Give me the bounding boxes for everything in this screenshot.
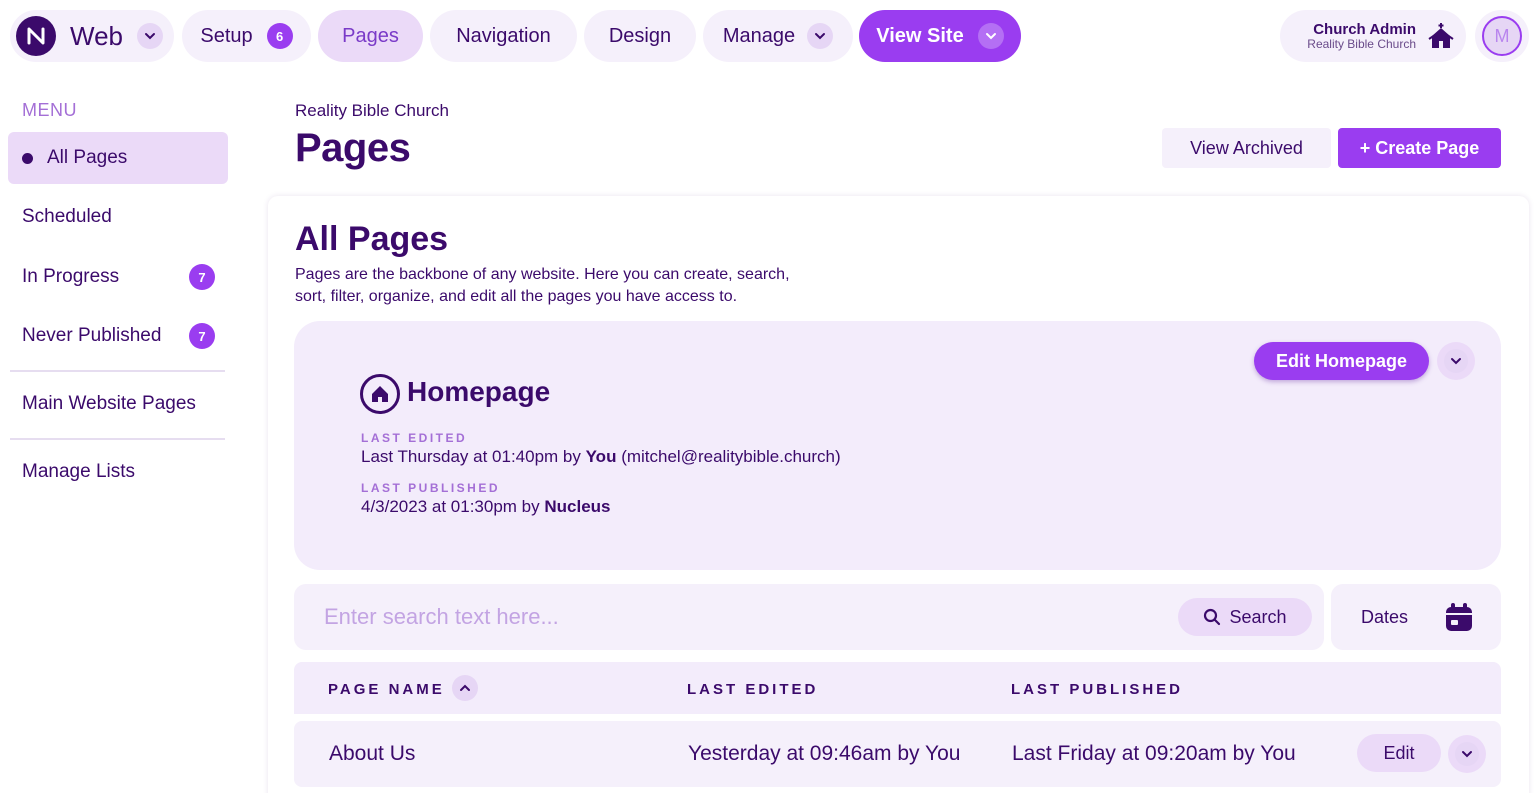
column-last-edited[interactable]: LAST EDITED bbox=[687, 681, 818, 698]
account-info: Church Admin Reality Bible Church bbox=[1307, 22, 1416, 50]
homepage-options-button[interactable] bbox=[1437, 342, 1475, 380]
sidebar-divider bbox=[10, 370, 225, 372]
church-icon bbox=[1426, 21, 1456, 51]
nav-setup-label: Setup bbox=[200, 24, 253, 47]
nav-pages[interactable]: Pages bbox=[318, 10, 423, 62]
top-navigation: Web Setup 6 Pages Navigation Design Mana… bbox=[0, 0, 1537, 72]
sort-button[interactable] bbox=[452, 675, 478, 701]
nav-manage[interactable]: Manage bbox=[703, 10, 853, 62]
sidebar-item-in-progress[interactable]: In Progress 7 bbox=[8, 251, 228, 303]
sidebar-heading: MENU bbox=[22, 100, 77, 120]
avatar[interactable]: M bbox=[1482, 16, 1522, 56]
nav-navigation-label: Navigation bbox=[456, 24, 551, 47]
in-progress-count-badge: 7 bbox=[189, 264, 215, 290]
row-last-published: Last Friday at 09:20am by You bbox=[1012, 742, 1296, 765]
chevron-down-icon[interactable] bbox=[977, 23, 1004, 49]
view-site-label: View Site bbox=[876, 24, 964, 47]
search-bar: Search bbox=[294, 584, 1324, 650]
row-edit-button[interactable]: Edit bbox=[1357, 734, 1441, 772]
column-page-name[interactable]: PAGE NAME bbox=[328, 681, 445, 698]
active-dot-icon bbox=[22, 152, 33, 164]
sidebar-item-main-website-pages[interactable]: Main Website Pages bbox=[8, 378, 228, 430]
last-edited-value: Last Thursday at 01:40pm by You (mitchel… bbox=[361, 447, 841, 467]
account-name: Church Admin bbox=[1313, 20, 1416, 38]
homepage-title: Homepage bbox=[407, 376, 551, 407]
sidebar-divider bbox=[10, 438, 225, 440]
last-published-value: 4/3/2023 at 01:30pm by Nucleus bbox=[361, 497, 611, 517]
search-button[interactable]: Search bbox=[1178, 598, 1312, 636]
calendar-icon bbox=[1446, 603, 1472, 631]
table-row[interactable]: About Us Yesterday at 09:46am by You Las… bbox=[294, 721, 1501, 787]
app-switcher[interactable]: Web bbox=[10, 10, 174, 62]
table-header: PAGE NAME LAST EDITED LAST PUBLISHED bbox=[294, 662, 1501, 714]
search-button-label: Search bbox=[1229, 606, 1287, 627]
last-published-label: LAST PUBLISHED bbox=[361, 481, 501, 495]
nav-setup[interactable]: Setup 6 bbox=[182, 10, 311, 62]
chevron-down-icon[interactable] bbox=[137, 23, 163, 49]
nav-design[interactable]: Design bbox=[584, 10, 696, 62]
search-icon bbox=[1204, 608, 1221, 626]
never-published-count-badge: 7 bbox=[189, 323, 215, 349]
home-icon bbox=[360, 374, 400, 414]
account-switcher[interactable]: Church Admin Reality Bible Church bbox=[1280, 10, 1466, 62]
sidebar-item-all-pages[interactable]: All Pages bbox=[8, 132, 228, 184]
sidebar-item-never-published[interactable]: Never Published 7 bbox=[8, 310, 228, 362]
sidebar-item-label: All Pages bbox=[47, 147, 128, 168]
row-options-button[interactable] bbox=[1448, 735, 1486, 773]
nav-pages-label: Pages bbox=[342, 24, 399, 47]
edit-homepage-button[interactable]: Edit Homepage bbox=[1254, 342, 1429, 380]
view-archived-button[interactable]: View Archived bbox=[1162, 128, 1331, 168]
search-input[interactable] bbox=[324, 584, 1164, 650]
column-last-published[interactable]: LAST PUBLISHED bbox=[1011, 681, 1183, 698]
dates-label: Dates bbox=[1361, 606, 1409, 627]
sidebar-item-label: Manage Lists bbox=[22, 461, 136, 482]
sidebar-item-label: Main Website Pages bbox=[22, 393, 196, 414]
row-last-edited: Yesterday at 09:46am by You bbox=[688, 742, 961, 765]
setup-count-badge: 6 bbox=[266, 23, 293, 49]
user-menu[interactable]: M bbox=[1475, 10, 1529, 62]
last-edited-email: (mitchel@realitybible.church) bbox=[616, 447, 841, 466]
create-page-button[interactable]: + Create Page bbox=[1338, 128, 1501, 168]
app-name: Web bbox=[70, 20, 123, 51]
last-edited-text: Last Thursday at 01:40pm by bbox=[361, 447, 586, 466]
account-org: Reality Bible Church bbox=[1307, 36, 1416, 51]
dates-filter[interactable]: Dates bbox=[1331, 584, 1501, 650]
breadcrumb: Reality Bible Church bbox=[295, 101, 450, 120]
sidebar-item-label: Scheduled bbox=[22, 206, 112, 227]
nav-navigation[interactable]: Navigation bbox=[430, 10, 577, 62]
sidebar-item-scheduled[interactable]: Scheduled bbox=[8, 191, 228, 243]
sidebar-item-label: Never Published bbox=[22, 325, 162, 346]
last-edited-label: LAST EDITED bbox=[361, 431, 468, 445]
last-edited-user: You bbox=[585, 447, 617, 466]
last-published-text: 4/3/2023 at 01:30pm by bbox=[361, 497, 545, 516]
row-page-name[interactable]: About Us bbox=[329, 742, 415, 766]
section-title: All Pages bbox=[295, 220, 449, 258]
section-description: Pages are the backbone of any website. H… bbox=[295, 266, 790, 305]
chevron-up-icon bbox=[460, 684, 470, 691]
chevron-down-icon[interactable] bbox=[807, 23, 834, 49]
view-site-button[interactable]: View Site bbox=[859, 10, 1021, 62]
nucleus-logo-icon bbox=[16, 16, 56, 56]
page-title: Pages bbox=[295, 126, 411, 170]
nav-manage-label: Manage bbox=[722, 24, 796, 47]
chevron-down-icon bbox=[1455, 742, 1479, 766]
last-published-user: Nucleus bbox=[544, 497, 611, 516]
sidebar-item-manage-lists[interactable]: Manage Lists bbox=[8, 446, 228, 498]
sidebar-item-label: In Progress bbox=[22, 266, 120, 287]
chevron-down-icon bbox=[1444, 349, 1468, 373]
nav-design-label: Design bbox=[608, 24, 672, 47]
